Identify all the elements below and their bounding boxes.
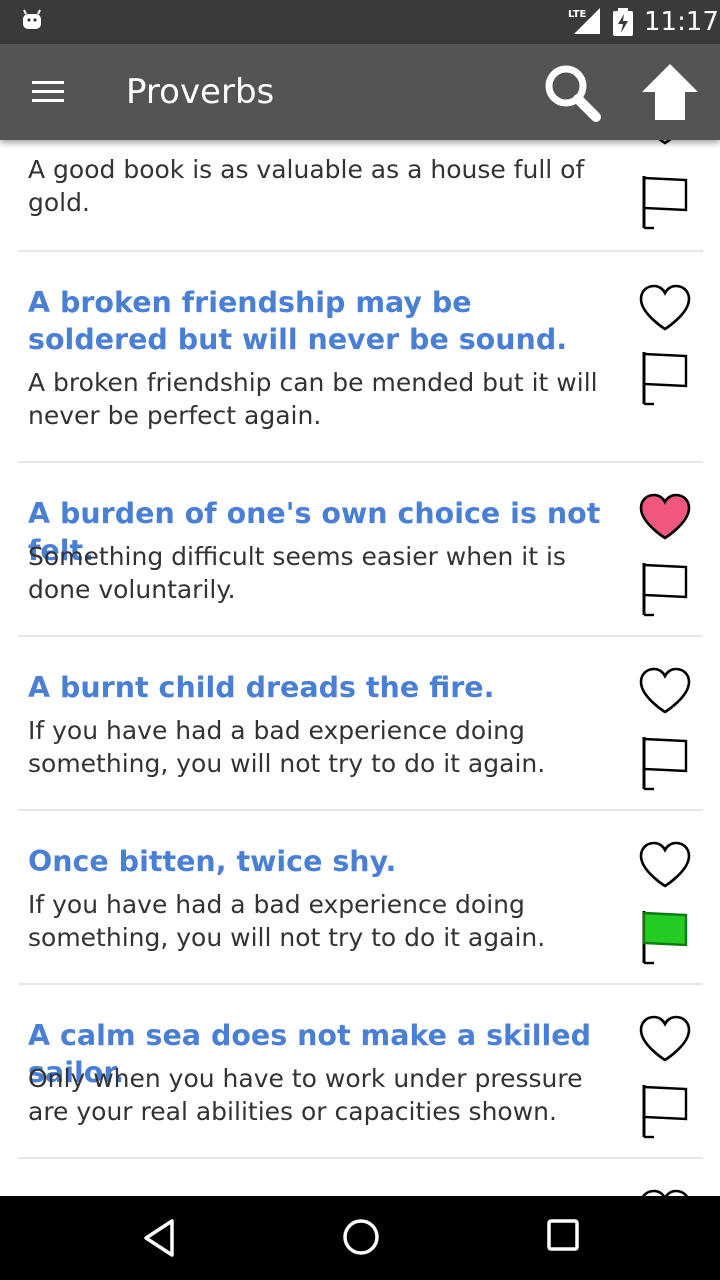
list-item[interactable]: A burnt child dreads the fire. If you ha… [18, 637, 703, 811]
heart-icon[interactable] [638, 1015, 692, 1063]
list-item[interactable]: A good book is as valuable as a house fu… [18, 140, 703, 252]
meaning-text: Only when you have to work under pressur… [28, 1064, 583, 1126]
flag-icon[interactable] [640, 561, 690, 617]
android-icon [23, 9, 41, 29]
arrow-up-icon[interactable] [640, 62, 700, 124]
flag-icon[interactable] [640, 735, 690, 791]
heart-icon[interactable] [638, 140, 692, 146]
menu-icon[interactable] [28, 74, 68, 110]
heart-icon[interactable] [638, 667, 692, 715]
recents-icon[interactable] [546, 1218, 580, 1252]
battery-charging-icon [613, 8, 633, 36]
meaning-text: If you have had a bad experience doing s… [28, 890, 546, 952]
status-bar: LTE 11:17 [0, 0, 720, 44]
proverb-text: A broken friendship may be soldered but … [28, 286, 568, 356]
flag-filled-icon[interactable] [640, 909, 690, 965]
back-icon[interactable] [140, 1216, 180, 1260]
meaning-text: Something difficult seems easier when it… [28, 542, 566, 604]
lte-signal-icon: LTE [568, 8, 600, 34]
proverb-list[interactable]: A good book is as valuable as a house fu… [0, 140, 720, 1196]
meaning-text: A broken friendship can be mended but it… [28, 368, 598, 430]
meaning-text: A good book is as valuable as a house fu… [28, 155, 585, 217]
list-item[interactable]: A calm sea does not make a skilled sailo… [18, 985, 703, 1159]
flag-icon[interactable] [640, 1083, 690, 1139]
list-item[interactable]: Once bitten, twice shy. If you have had … [18, 811, 703, 985]
heart-icon[interactable] [638, 841, 692, 889]
flag-icon[interactable] [640, 350, 690, 406]
app-bar: Proverbs [0, 44, 720, 140]
list-item[interactable]: A burden of one's own choice is not felt… [18, 463, 703, 637]
page-title: Proverbs [126, 72, 275, 112]
list-item[interactable] [18, 1159, 703, 1196]
search-icon[interactable] [540, 62, 604, 126]
heart-icon[interactable] [638, 1189, 692, 1196]
proverb-text: A burnt child dreads the fire. [28, 671, 495, 704]
meaning-text: If you have had a bad experience doing s… [28, 716, 546, 778]
status-time: 11:17 [644, 7, 719, 37]
heart-filled-icon[interactable] [638, 493, 692, 541]
heart-icon[interactable] [638, 284, 692, 332]
proverb-text: Once bitten, twice shy. [28, 845, 397, 878]
home-icon[interactable] [340, 1216, 382, 1258]
system-nav-bar [0, 1196, 720, 1280]
list-item[interactable]: A broken friendship may be soldered but … [18, 252, 703, 463]
network-label: LTE [568, 9, 587, 20]
flag-icon[interactable] [640, 174, 690, 230]
